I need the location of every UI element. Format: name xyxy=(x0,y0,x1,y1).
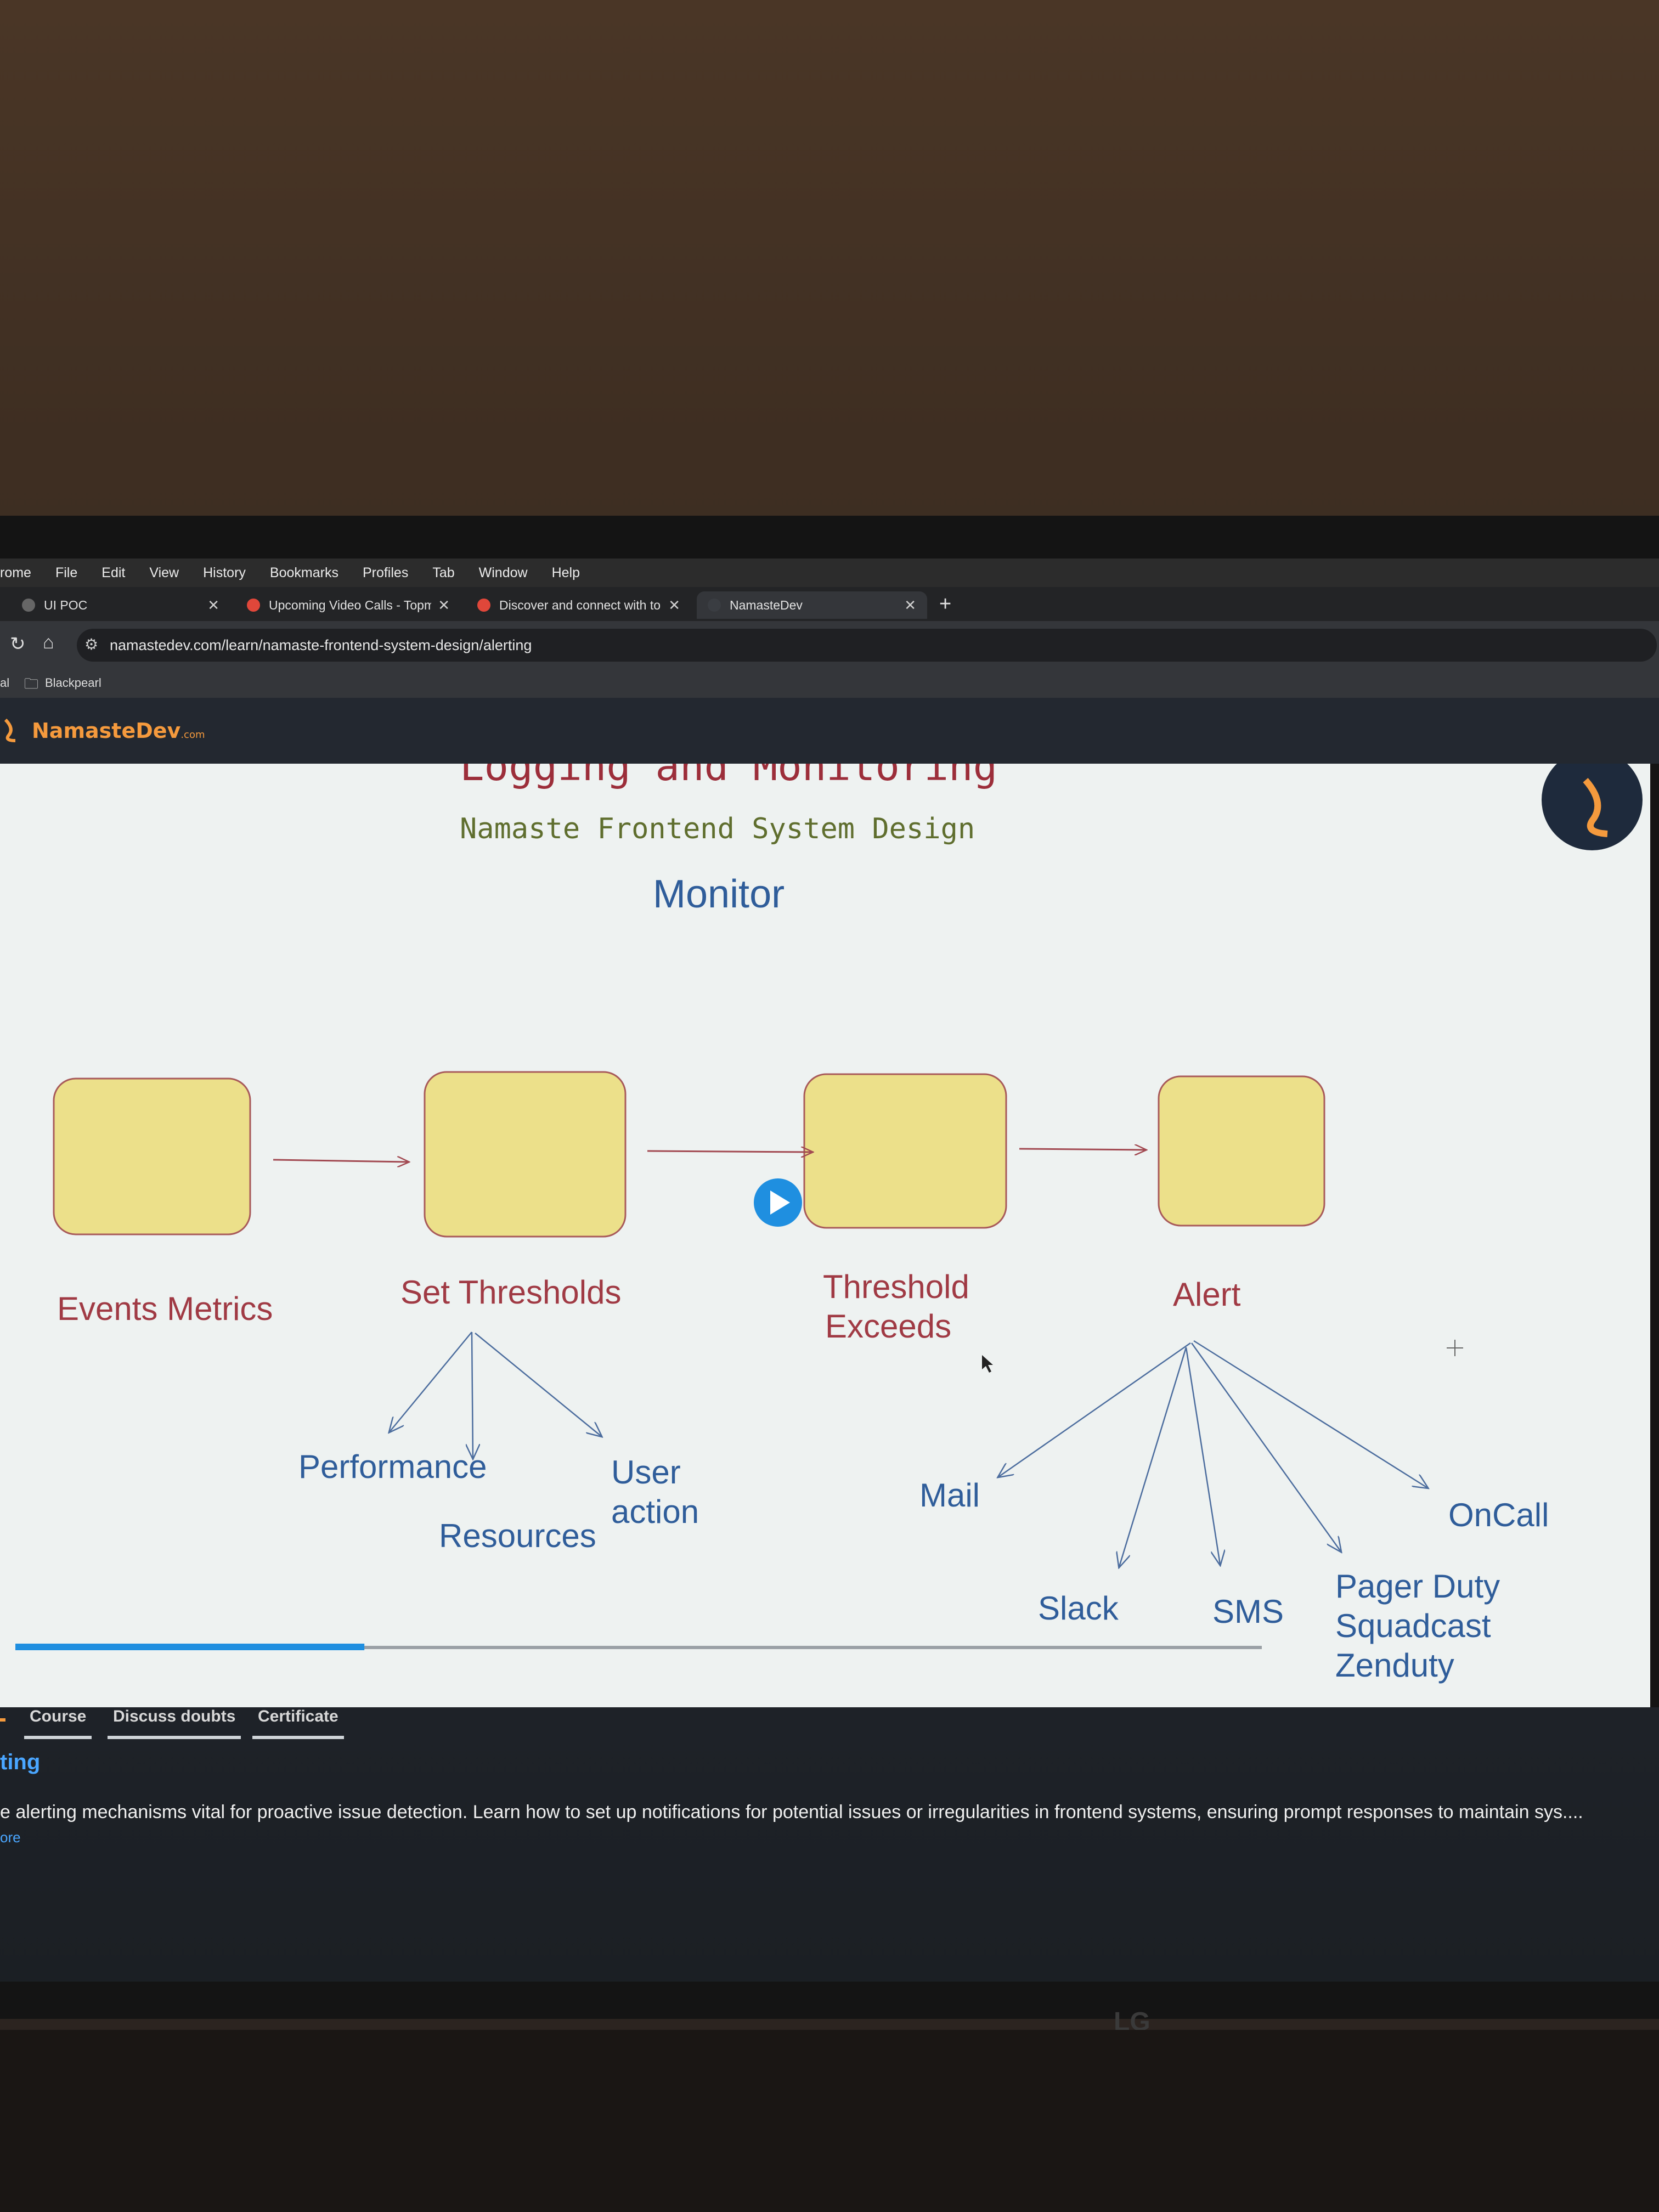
stage-set-thresholds: Set Thresholds xyxy=(400,1274,621,1311)
lesson-title: ting xyxy=(0,1750,41,1774)
menu-app[interactable]: rome xyxy=(0,565,31,581)
tab-upcoming-video-calls[interactable]: Upcoming Video Calls - Topm ✕ xyxy=(236,591,461,619)
arrow-to-pager-duty xyxy=(1190,1342,1341,1551)
menu-view[interactable]: View xyxy=(149,565,179,581)
instructor-avatar xyxy=(1542,764,1643,850)
arrow-to-slack xyxy=(1119,1347,1187,1567)
stage-alert: Alert xyxy=(1173,1276,1241,1313)
channel-squadcast: Squadcast xyxy=(1335,1607,1491,1644)
slide-subtitle: Namaste Frontend System Design xyxy=(460,812,975,845)
site-favicon-icon xyxy=(477,599,490,612)
desk-surface xyxy=(0,2030,1659,2212)
bookmark-folder-blackpearl[interactable]: Blackpearl xyxy=(45,676,101,690)
active-tab-marker xyxy=(0,1718,5,1722)
macos-menubar: rome File Edit View History Bookmarks Pr… xyxy=(0,558,1659,587)
tab-ui-poc[interactable]: UI POC ✕ xyxy=(11,591,230,619)
tab-certificate[interactable]: Certificate xyxy=(252,1707,344,1739)
slide-title: Logging and Monitoring xyxy=(460,764,997,790)
menu-file[interactable]: File xyxy=(55,565,77,581)
arrow-to-performance xyxy=(390,1331,472,1432)
menu-window[interactable]: Window xyxy=(479,565,528,581)
box-alert xyxy=(1158,1075,1325,1227)
video-progress-fill xyxy=(15,1644,365,1650)
course-panel: Course Discuss doubts Certificate ting e… xyxy=(0,1707,1659,1982)
site-header: NamasteDev.com xyxy=(0,698,1659,764)
mouse-pointer-icon xyxy=(982,1355,993,1373)
arrow-to-resources xyxy=(472,1331,473,1458)
arrow-exceeds-to-alert xyxy=(1019,1149,1146,1150)
box-set-thresholds xyxy=(424,1071,627,1238)
channel-mail: Mail xyxy=(919,1477,980,1514)
arrow-to-mail xyxy=(998,1342,1191,1477)
close-icon[interactable]: ✕ xyxy=(904,597,916,614)
crosshair-cursor-icon xyxy=(1447,1340,1463,1356)
channel-pager-duty: Pager Duty xyxy=(1335,1568,1500,1605)
globe-icon xyxy=(22,599,35,612)
menu-tab[interactable]: Tab xyxy=(432,565,454,581)
arrow-metrics-to-thresholds xyxy=(273,1160,408,1162)
branch-performance: Performance xyxy=(298,1448,487,1485)
site-favicon-icon xyxy=(247,599,260,612)
lesson-description: e alerting mechanisms vital for proactiv… xyxy=(0,1802,1583,1822)
menu-profiles[interactable]: Profiles xyxy=(363,565,408,581)
channel-slack: Slack xyxy=(1038,1590,1119,1627)
stage-exceeds: Exceeds xyxy=(825,1308,951,1345)
site-settings-icon[interactable]: ⚙ xyxy=(84,635,98,653)
branch-action: action xyxy=(611,1493,699,1530)
home-icon[interactable]: ⌂ xyxy=(43,632,54,653)
bookmarks-bar: al 🗀 Blackpearl xyxy=(0,669,1659,698)
tab-discuss-doubts[interactable]: Discuss doubts xyxy=(108,1707,241,1739)
folder-icon: 🗀 xyxy=(24,675,39,692)
branch-user: User xyxy=(611,1454,681,1491)
stage-threshold: Threshold xyxy=(823,1268,969,1305)
play-button[interactable] xyxy=(754,1178,802,1227)
arrow-to-user-action xyxy=(475,1333,601,1436)
bookmark-truncated[interactable]: al xyxy=(0,676,9,690)
box-threshold-exceeds xyxy=(803,1073,1007,1229)
menu-history[interactable]: History xyxy=(203,565,246,581)
address-bar[interactable]: ⚙ namastedev.com/learn/namaste-frontend-… xyxy=(77,629,1657,662)
branch-resources: Resources xyxy=(439,1517,596,1554)
arrow-thresholds-to-exceeds xyxy=(647,1151,812,1152)
channel-sms: SMS xyxy=(1212,1593,1284,1630)
close-icon[interactable]: ✕ xyxy=(438,597,450,614)
site-logo[interactable]: NamasteDev.com xyxy=(32,719,205,743)
browser-tab-strip: UI POC ✕ Upcoming Video Calls - Topm ✕ D… xyxy=(0,587,1659,621)
close-icon[interactable]: ✕ xyxy=(207,597,219,614)
close-icon[interactable]: ✕ xyxy=(668,597,680,614)
slide-canvas: Logging and Monitoring Namaste Frontend … xyxy=(15,764,1643,1684)
diagram-heading: Monitor xyxy=(653,872,785,916)
tab-discover[interactable]: Discover and connect with to ✕ xyxy=(466,591,691,619)
menu-help[interactable]: Help xyxy=(552,565,580,581)
menu-bookmarks[interactable]: Bookmarks xyxy=(270,565,338,581)
video-player[interactable]: Logging and Monitoring Namaste Frontend … xyxy=(0,764,1650,1707)
stage-events-metrics: Events Metrics xyxy=(57,1290,273,1327)
url-text: namastedev.com/learn/namaste-frontend-sy… xyxy=(110,636,532,653)
address-toolbar: ↻ ⌂ ⚙ namastedev.com/learn/namaste-front… xyxy=(0,621,1659,669)
menu-edit[interactable]: Edit xyxy=(101,565,125,581)
arrow-to-sms xyxy=(1185,1347,1220,1565)
read-more-link[interactable]: ore xyxy=(0,1829,21,1846)
namastedev-logo-icon xyxy=(4,718,16,742)
reload-icon[interactable]: ↻ xyxy=(10,633,26,655)
tab-course[interactable]: Course xyxy=(24,1707,92,1739)
box-events-metrics xyxy=(53,1077,251,1235)
channel-zenduty: Zenduty xyxy=(1335,1647,1454,1684)
tab-namastedev[interactable]: NamasteDev ✕ xyxy=(697,591,927,619)
channel-oncall: OnCall xyxy=(1448,1497,1549,1533)
new-tab-plus-icon[interactable]: + xyxy=(939,592,951,616)
arrow-to-oncall xyxy=(1193,1340,1427,1488)
namastedev-favicon-icon xyxy=(708,599,721,612)
